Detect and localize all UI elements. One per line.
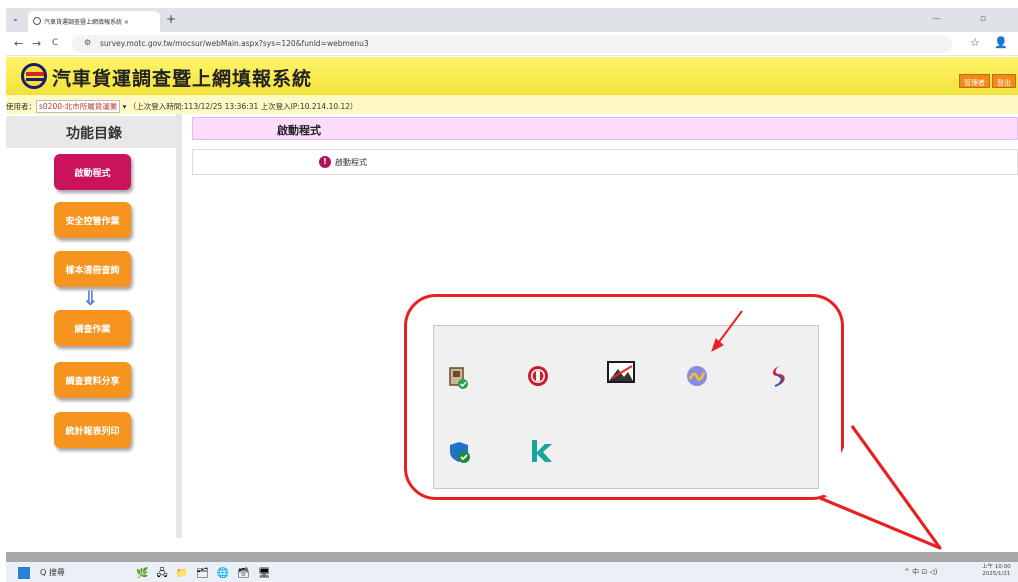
menu-item-security[interactable]: 安全控管作業 xyxy=(54,202,131,238)
taskbar: Q 搜尋 🌿🖧📁🗂🌐🗃🖥 ^ 中 ⊡ ◁) 上午 10:00 2025/1/21 xyxy=(6,562,1018,582)
menu-item-data-share[interactable]: 調查資料分享 xyxy=(54,362,131,398)
logo-icon xyxy=(21,63,47,89)
round-seal-icon[interactable] xyxy=(526,364,550,388)
login-info: （上次登入時間:113/12/25 13:36:31 上次登入IP:10.214… xyxy=(128,102,358,111)
globe-icon xyxy=(33,17,41,25)
site-header: 汽車貨運調查暨上網填報系統 管理者 登出 xyxy=(6,57,1018,95)
system-tray[interactable]: ^ 中 ⊡ ◁) xyxy=(904,567,938,577)
taskbar-app-4[interactable]: 🗂 xyxy=(196,568,217,579)
forward-button[interactable]: → xyxy=(32,37,41,50)
launcher-icon[interactable] xyxy=(685,364,709,388)
screen: ⌄ 汽車貨運調查暨上網填報系統 × + — ▫ ← → C ⚙ survey.m… xyxy=(0,0,1018,582)
sidebar-divider xyxy=(176,114,182,538)
menu-item-survey[interactable]: 調查作業 xyxy=(54,310,131,346)
back-button[interactable]: ← xyxy=(14,37,23,50)
profile-icon[interactable]: 👤 xyxy=(994,36,1008,49)
launch-link[interactable]: 啟動程式 xyxy=(335,157,367,168)
user-select[interactable]: s0200-北市所屬貨運業 xyxy=(36,100,121,113)
taskbar-app-5[interactable]: 🌐 xyxy=(217,568,237,579)
page-title: 啟動程式 xyxy=(192,117,1018,140)
site-title: 汽車貨運調查暨上網填報系統 xyxy=(52,68,313,90)
taskbar-app-1[interactable]: 🌿 xyxy=(136,568,156,579)
menu-item-sample-query[interactable]: 樣本清冊查詢 xyxy=(54,251,131,287)
swirl-logo-icon[interactable] xyxy=(766,364,790,388)
taskbar-apps: 🌿🖧📁🗂🌐🗃🖥 xyxy=(136,566,279,582)
user-select-value: s0200-北市所屬貨運業 xyxy=(39,102,118,111)
taskbar-search[interactable]: Q 搜尋 xyxy=(40,567,65,578)
chevron-down-icon[interactable]: ▾ xyxy=(123,102,127,111)
user-prefix: 使用者： xyxy=(6,102,36,111)
info-icon: ! xyxy=(319,156,331,168)
url-text: survey.motc.gov.tw/mocsur/webMain.aspx?s… xyxy=(100,39,369,48)
certificate-icon[interactable] xyxy=(446,366,470,390)
desktop-icons-panel xyxy=(433,325,819,489)
tab-list-button[interactable]: ⌄ xyxy=(12,14,19,23)
k-app-icon[interactable] xyxy=(528,438,554,464)
browser-tab[interactable]: 汽車貨運調查暨上網填報系統 × xyxy=(28,11,160,32)
menu-item-launch[interactable]: 啟動程式 xyxy=(54,154,131,190)
logout-button[interactable]: 登出 xyxy=(992,74,1016,88)
launch-panel: ! 啟動程式 xyxy=(192,149,1018,175)
taskbar-app-7[interactable]: 🖥 xyxy=(258,568,279,579)
address-bar[interactable]: ⚙ survey.motc.gov.tw/mocsur/webMain.aspx… xyxy=(72,35,952,53)
menu-item-report-print[interactable]: 統計報表列印 xyxy=(54,412,131,448)
sidebar: 功能目錄 啟動程式 安全控管作業 樣本清冊查詢 調查作業 調查資料分享 統計報表… xyxy=(6,114,182,538)
taskbar-app-6[interactable]: 🗃 xyxy=(237,568,258,579)
new-tab-button[interactable]: + xyxy=(166,12,176,26)
site-settings-icon[interactable]: ⚙ xyxy=(84,38,91,47)
clock-date: 2025/1/21 xyxy=(982,571,1011,577)
bookmark-star-icon[interactable]: ☆ xyxy=(970,36,980,49)
clock-time: 上午 10:00 xyxy=(982,564,1011,570)
admin-button[interactable]: 管理者 xyxy=(959,74,990,88)
menu-title: 功能目錄 xyxy=(6,116,182,148)
tab-bar: ⌄ 汽車貨運調查暨上網填報系統 × + — ▫ xyxy=(6,8,1018,32)
image-tool-icon[interactable] xyxy=(606,360,636,386)
clock[interactable]: 上午 10:00 2025/1/21 xyxy=(982,564,1011,578)
taskbar-app-3[interactable]: 📁 xyxy=(176,568,196,579)
status-strip xyxy=(6,552,1018,562)
taskbar-app-2[interactable]: 🖧 xyxy=(156,568,175,579)
user-info-bar: 使用者： s0200-北市所屬貨運業 ▾ （上次登入時間:113/12/25 13… xyxy=(6,95,1018,114)
browser-toolbar: ← → C ⚙ survey.motc.gov.tw/mocsur/webMai… xyxy=(6,32,1018,56)
window-controls[interactable]: — ▫ xyxy=(932,14,1004,24)
down-arrow-icon: ⇓ xyxy=(82,286,99,310)
reload-button[interactable]: C xyxy=(52,38,58,48)
windows-start-icon[interactable] xyxy=(18,567,30,579)
shield-check-icon[interactable] xyxy=(448,440,472,464)
tab-title: 汽車貨運調查暨上網填報系統 × xyxy=(44,19,129,26)
